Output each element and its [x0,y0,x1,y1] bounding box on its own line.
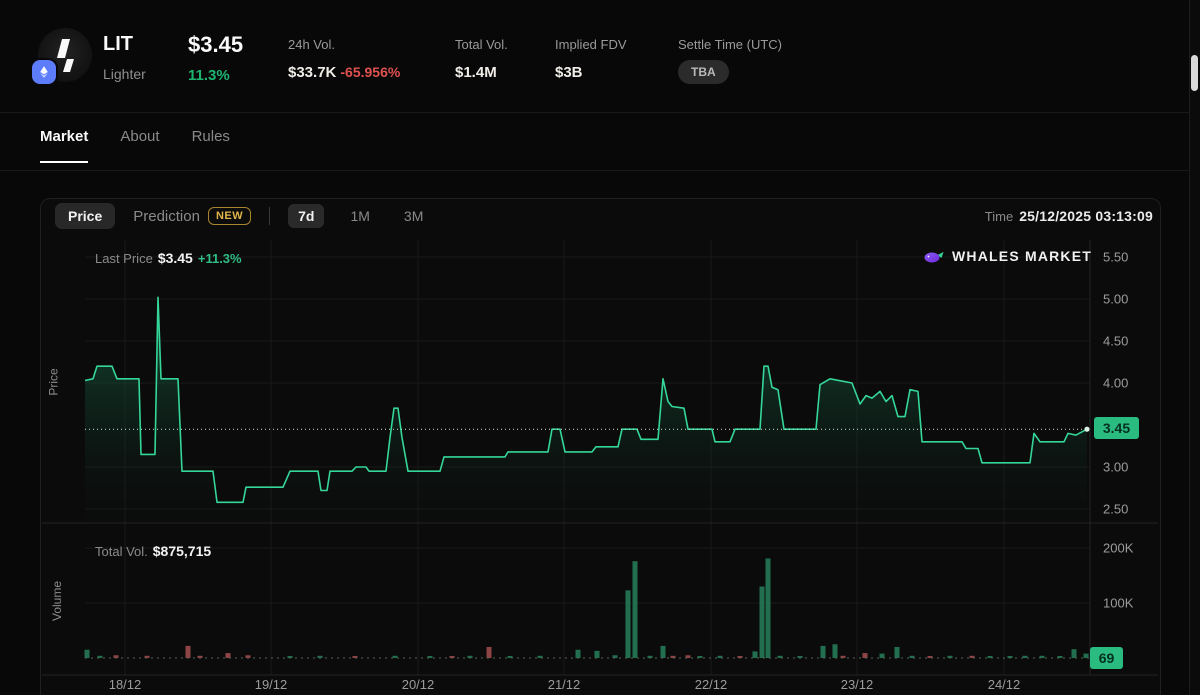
page-scrollbar [1189,0,1200,695]
volume-axis-title: Volume [50,581,64,621]
range-3m-button[interactable]: 3M [396,204,431,228]
ethereum-chain-icon [32,60,56,84]
page-tabs: Market About Rules [40,128,230,163]
tab-rules[interactable]: Rules [192,128,230,163]
market-page: LIT Lighter $3.45 11.3% 24h Vol. $33.7K-… [0,0,1200,695]
volume-bar [766,558,771,658]
volume-bar [576,650,581,658]
last-price-change: +11.3% [198,251,242,266]
token-price: $3.45 [188,32,243,58]
volume-bar [186,646,191,658]
last-price-label: Last Price [95,251,153,266]
volume-bar [821,646,826,658]
volume-bar [863,653,868,658]
volume-bar [880,654,885,658]
current-volume-badge: 69 [1090,647,1123,669]
token-name: Lighter [103,66,146,82]
chart-time: Time 25/12/2025 03:13:09 [985,208,1153,224]
stat-value: $33.7K [288,64,336,81]
prediction-label: Prediction [133,208,200,225]
last-point-dot [1084,427,1089,432]
current-price-badge: 3.45 [1094,417,1139,439]
price-mode-button[interactable]: Price [55,203,115,229]
date-tick-label: 19/12 [255,677,288,692]
volume-bar [633,561,638,658]
volume-bar [85,650,90,658]
total-volume-legend: Total Vol. $875,715 [95,543,211,559]
stat-settle-time: Settle Time (UTC) TBA [678,37,782,84]
price-area [85,297,1087,522]
header-divider [0,112,1200,113]
stat-value: $1.4M [455,64,508,81]
stat-label: 24h Vol. [288,37,400,52]
chart-canvas[interactable]: 5.50 5.00 4.50 4.00 3.00 2.50 200K 100K 18/12 19/… [41,232,1159,695]
stat-delta: -65.956% [340,64,400,80]
date-tick-label: 21/12 [548,677,581,692]
date-tick-label: 20/12 [402,677,435,692]
volume-bar [487,647,492,658]
stat-total-vol: Total Vol. $1.4M [455,37,508,81]
volume-bar [1023,656,1028,658]
whale-icon [924,249,944,264]
volume-bar [1072,649,1077,658]
date-tick-label: 18/12 [109,677,142,692]
date-tick-label: 22/12 [695,677,728,692]
toolbar-divider [269,207,270,225]
time-value: 25/12/2025 03:13:09 [1019,208,1153,224]
volume-bar [1084,654,1089,658]
token-change: 11.3% [188,67,243,84]
volume-bar [753,651,758,658]
volume-bar [595,651,600,658]
whales-market-watermark: WHALES MARKET [924,248,1092,264]
volume-bar [626,590,631,658]
tab-about[interactable]: About [120,128,159,163]
price-tick-label: 3.00 [1103,460,1128,475]
stat-value: $3B [555,64,627,81]
stat-label: Settle Time (UTC) [678,37,782,52]
volume-bar [226,653,231,658]
scrollbar-thumb[interactable] [1191,55,1198,91]
prediction-mode-button[interactable]: Prediction NEW [133,207,251,225]
stat-label: Implied FDV [555,37,627,52]
date-tick-label: 23/12 [841,677,874,692]
watermark-text: WHALES MARKET [952,248,1092,264]
tab-market[interactable]: Market [40,128,88,163]
time-label: Time [985,209,1013,224]
chart-toolbar: Price Prediction NEW 7d 1M 3M [55,202,431,230]
volume-bar [760,587,765,659]
stat-24h-vol: 24h Vol. $33.7K-65.956% [288,37,400,81]
range-7d-button[interactable]: 7d [288,204,324,228]
token-symbol: LIT [103,33,146,56]
stat-label: Total Vol. [455,37,508,52]
volume-bar [833,644,838,658]
new-badge: NEW [208,207,251,225]
last-price-legend: Last Price $3.45 +11.3% [95,250,242,266]
volume-bar [393,656,398,658]
total-vol-label: Total Vol. [95,544,148,559]
price-tick-label: 4.50 [1103,334,1128,349]
total-vol-value: $875,715 [153,543,211,559]
price-tick-label: 2.50 [1103,502,1128,517]
volume-bar [661,646,666,658]
range-1m-button[interactable]: 1M [342,204,377,228]
price-tick-label: 5.50 [1103,250,1128,265]
price-axis-title: Price [47,368,61,395]
stat-implied-fdv: Implied FDV $3B [555,37,627,81]
date-tick-label: 24/12 [988,677,1021,692]
price-tick-label: 4.00 [1103,376,1128,391]
volume-tick-label: 100K [1103,596,1134,611]
tabs-divider [0,170,1200,171]
tba-badge: TBA [678,60,729,84]
volume-bar [895,647,900,658]
price-tick-label: 5.00 [1103,292,1128,307]
volume-tick-label: 200K [1103,541,1134,556]
last-price-value: $3.45 [158,250,193,266]
